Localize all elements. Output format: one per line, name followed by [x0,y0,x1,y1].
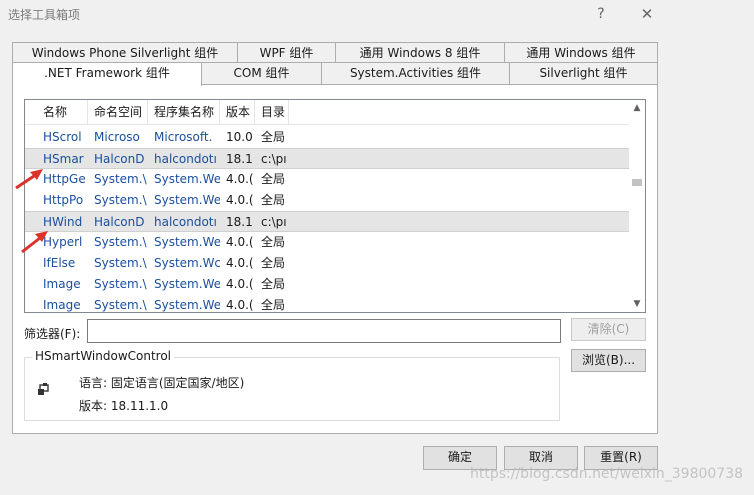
column-name[interactable]: 名称 [37,100,88,125]
list-row[interactable]: Image System.\ System.We 4.0.( 全局 [25,274,630,295]
tab-panel: 名称 命名空间 程序集名称 版本 目录 HScrol Microso Microso… [12,84,658,434]
filter-label: 筛选器(F): [24,327,81,341]
cell-namespace: HalconD [94,215,145,229]
tab-wpf[interactable]: WPF 组件 [237,42,336,64]
cell-assembly: System.We [154,298,220,312]
column-version[interactable]: 版本 [220,100,255,125]
scroll-thumb[interactable] [632,179,642,186]
title-bar: 选择工具箱项 ? ✕ [0,0,670,30]
cell-name: Image [43,298,81,312]
close-button[interactable]: ✕ [636,4,658,24]
cell-version: 4.0.( [226,277,254,291]
cell-namespace: System.\ [94,298,147,312]
choose-toolbox-items-dialog: 选择工具箱项 ? ✕ Windows Phone Silverlight 组件 … [0,0,743,495]
tab-net-framework[interactable]: .NET Framework 组件 [12,62,202,86]
annotation-arrow-icon [15,169,43,190]
column-directory[interactable]: 目录 [255,100,289,125]
tab-row-1: Windows Phone Silverlight 组件 WPF 组件 通用 W… [0,42,670,64]
cell-assembly: System.Wc [154,256,220,270]
list-row[interactable]: HttpGe System.\ System.We 4.0.(全局 [25,169,630,190]
cell-assembly: System.We [154,172,220,186]
selected-component-name: HSmartWindowControl [32,349,175,363]
cell-name: IfElse [43,256,76,270]
list-row[interactable]: HWind HalconD halcondotı 18.1 c:\pı [25,211,630,232]
clear-button[interactable]: 清除(C) [571,318,646,341]
cell-assembly: halcondotı [154,152,217,166]
cell-namespace: System.\ [94,256,147,270]
cell-version: 4.0.( [226,172,254,186]
vertical-scrollbar[interactable]: ▲ ▼ [629,100,645,312]
component-icon [38,383,49,395]
cell-directory: c:\pı [261,152,287,166]
cell-namespace: System.\ [94,193,147,207]
list-row[interactable]: HSmar HalconD halcondotı 18.1 c:\pı [25,148,630,169]
list-row[interactable]: HScrol Microso Microsoft. 10.0 全局 [25,127,630,148]
cell-directory: 全局 [261,193,286,207]
component-list[interactable]: 名称 命名空间 程序集名称 版本 目录 HScrol Microso Microso… [24,99,646,313]
cell-assembly: System.We [154,235,220,249]
cell-version: 4.0.( [226,235,254,249]
cell-name: Image [43,277,81,291]
watermark: https://blog.csdn.net/weixin_39800738 [470,466,744,482]
cell-version: 18.1 [226,152,253,166]
version-info: 版本: 18.11.1.0 [79,399,169,413]
cell-assembly: halcondotı [154,215,217,229]
column-namespace[interactable]: 命名空间 [88,100,148,125]
filter-input[interactable] [87,319,561,343]
cell-directory: 全局 [261,298,286,312]
cell-namespace: System.\ [94,235,147,249]
cell-directory: 全局 [261,235,286,249]
cell-directory: 全局 [261,256,286,270]
tab-universal-windows-8[interactable]: 通用 Windows 8 组件 [335,42,505,64]
tab-windows-phone-silverlight[interactable]: Windows Phone Silverlight 组件 [12,42,238,64]
list-header: 名称 命名空间 程序集名称 版本 目录 [25,100,630,125]
help-button[interactable]: ? [590,4,612,24]
language-info: 语言: 固定语言(固定国家/地区) [79,376,245,390]
cell-namespace: Microso [94,130,140,144]
cell-assembly: System.We [154,277,220,291]
tab-system-activities[interactable]: System.Activities 组件 [321,62,510,84]
cell-namespace: System.\ [94,277,147,291]
cell-name: HttpPo [43,193,84,207]
cell-namespace: System.\ [94,172,147,186]
cell-version: 4.0.( [226,193,254,207]
column-assembly[interactable]: 程序集名称 [148,100,220,125]
list-row[interactable]: Hyperl System.\ System.We 4.0.(全局 [25,232,630,253]
list-row[interactable]: HttpPo System.\ System.We 4.0.( 全局 [25,190,630,211]
annotation-arrow-icon [21,231,48,254]
cell-version: 4.0.( [226,298,254,312]
cell-directory: c:\pı [261,215,287,229]
tab-silverlight[interactable]: Silverlight 组件 [509,62,658,84]
cell-version: 4.0.( [226,256,254,270]
cell-directory: 全局 [261,172,286,186]
cell-directory: 全局 [261,277,286,291]
cell-version: 18.1 [226,215,253,229]
scroll-down-icon[interactable]: ▼ [629,297,645,311]
list-row[interactable]: Image System.\ System.We 4.0.( 全局 [25,295,630,312]
browse-button[interactable]: 浏览(B)... [571,349,646,372]
tab-com[interactable]: COM 组件 [201,62,322,84]
cell-name: HScrol [43,130,82,144]
tab-row-2: .NET Framework 组件 COM 组件 System.Activiti… [0,62,670,86]
list-row[interactable]: IfElse System.\ System.Wc 4.0.( 全局 [25,253,630,274]
scroll-up-icon[interactable]: ▲ [629,101,645,115]
tab-universal-windows[interactable]: 通用 Windows 组件 [504,42,658,64]
cell-directory: 全局 [261,130,286,144]
cell-version: 10.0 [226,130,253,144]
cell-namespace: HalconD [94,152,145,166]
cell-assembly: Microsoft. [154,130,213,144]
details-group: HSmartWindowControl 语言: 固定语言(固定国家/地区) 版本… [24,349,560,421]
window-title: 选择工具箱项 [8,8,81,22]
cell-assembly: System.We [154,193,220,207]
